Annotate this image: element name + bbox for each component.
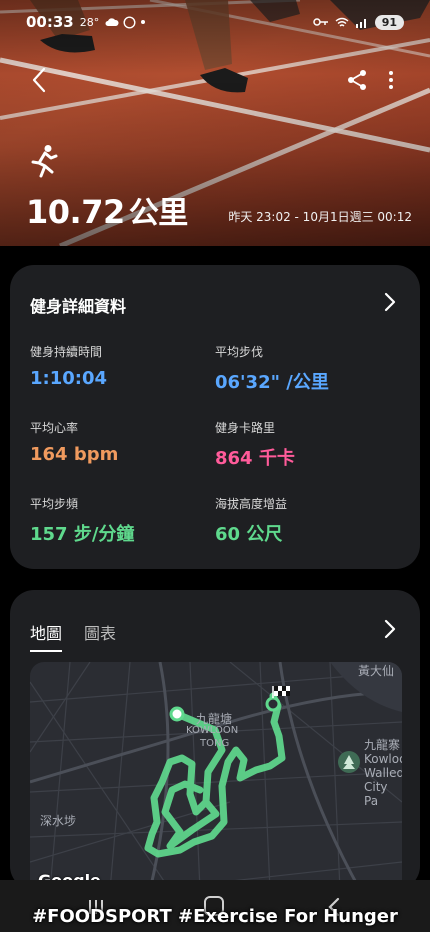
tab-chart[interactable]: 圖表	[84, 620, 116, 652]
map-label-wong-tai-sin: 黃大仙	[358, 664, 395, 678]
cloud-icon	[105, 18, 119, 26]
workout-details-card[interactable]: 健身詳細資料 健身持續時間 1:10:04 平均步伐 06'32" /公里 平均…	[10, 265, 420, 569]
metric-value: 06'32" /公里	[215, 372, 329, 393]
share-icon[interactable]	[346, 68, 368, 92]
map-label-walled-city-en-1: Kowloo	[364, 752, 402, 766]
map-label-walled-city-en-3: City Pa	[364, 780, 388, 808]
metric-label: 平均步頻	[30, 497, 79, 511]
distance-unit: 公里	[128, 196, 189, 231]
wifi-icon	[335, 17, 349, 27]
map-label-walled-city-zh: 九龍寨	[364, 738, 401, 752]
metric-label: 海拔高度增益	[215, 497, 288, 511]
status-temperature: 28°	[79, 15, 100, 29]
map-label-sham-shui-po: 深水埗	[40, 814, 77, 828]
metric-calories: 健身卡路里 864 千卡	[215, 419, 395, 470]
workout-distance: 10.72 公里	[26, 188, 188, 232]
overlay-caption: #FOODSPORT #Exercise For Hunger	[32, 906, 398, 927]
map-label-kowloon-tong-en-2: TONG	[200, 738, 230, 749]
tab-map[interactable]: 地圖	[30, 620, 63, 652]
chevron-right-icon[interactable]	[382, 618, 398, 640]
metric-value: 164 bpm	[30, 444, 119, 465]
map-card-tabs: 地圖 圖表	[30, 620, 116, 652]
status-time: 00:33	[26, 13, 74, 31]
metric-value: 157 步/分鐘	[30, 524, 135, 545]
details-title: 健身詳細資料	[30, 297, 127, 316]
metric-value: 1:10:04	[30, 368, 108, 389]
metric-avg-pace: 平均步伐 06'32" /公里	[215, 343, 395, 394]
metric-label: 平均心率	[30, 421, 79, 435]
map-label-kowloon-tong-en: KOWLOON	[186, 725, 239, 736]
back-button[interactable]	[28, 66, 50, 94]
metric-elevation-gain: 海拔高度增益 60 公尺	[215, 495, 395, 546]
route-end-marker	[265, 696, 281, 712]
notification-icons	[105, 15, 146, 29]
map-label-walled-city-en-2: Walled	[364, 766, 402, 780]
metric-avg-cadence: 平均步頻 157 步/分鐘	[30, 495, 210, 546]
metric-label: 健身持續時間	[30, 345, 103, 359]
status-bar: 00:33 28° 91	[0, 0, 430, 44]
map-streets	[30, 662, 402, 890]
route-map-card: 地圖 圖表 黃大仙 九龍塘 KOWLOON TONG 深水埗 九龍寨 Kowlo…	[10, 590, 420, 890]
system-icons: 91	[312, 14, 404, 30]
metric-label: 平均步伐	[215, 345, 264, 359]
workout-hero-banner: 00:33 28° 91 10.72 公里 昨天 23:02 - 10月1日週三 …	[0, 0, 430, 246]
route-map[interactable]: 黃大仙 九龍塘 KOWLOON TONG 深水埗 九龍寨 Kowloo Wall…	[30, 662, 402, 890]
battery-indicator: 91	[374, 14, 404, 30]
park-pin-icon	[338, 751, 360, 773]
hero-navigation	[0, 64, 430, 96]
signal-icon	[355, 18, 366, 28]
more-options-icon[interactable]	[382, 68, 400, 92]
whatsapp-icon	[123, 15, 136, 29]
key-icon	[312, 18, 328, 26]
dot-icon	[141, 20, 146, 24]
metric-avg-heart-rate: 平均心率 164 bpm	[30, 419, 210, 465]
metric-value: 864 千卡	[215, 448, 295, 469]
distance-value: 10.72	[26, 193, 125, 231]
chevron-right-icon[interactable]	[382, 291, 398, 313]
metric-label: 健身卡路里	[215, 421, 276, 435]
metric-duration: 健身持續時間 1:10:04	[30, 343, 210, 389]
workout-time-range: 昨天 23:02 - 10月1日週三 00:12	[228, 210, 412, 224]
route-start-marker	[169, 706, 185, 722]
metric-value: 60 公尺	[215, 524, 283, 545]
running-icon	[31, 145, 58, 178]
